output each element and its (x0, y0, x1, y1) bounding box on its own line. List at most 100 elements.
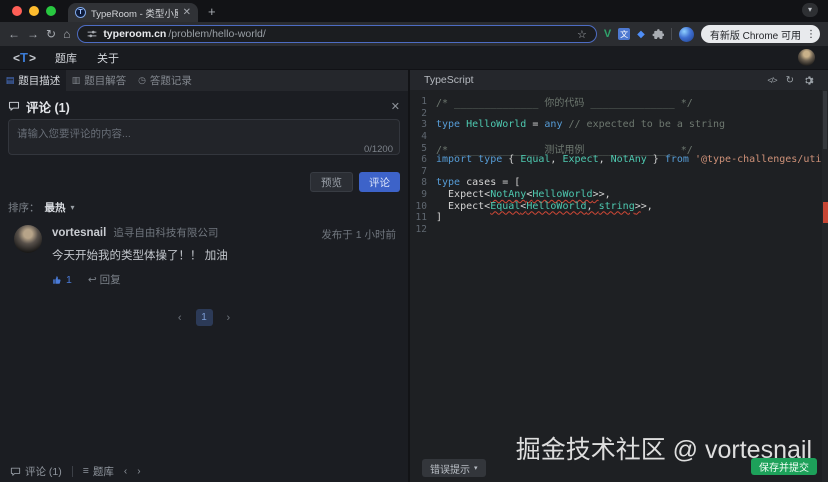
like-button[interactable]: 1 (52, 274, 72, 286)
browser-menu-icon[interactable]: ⋮ (806, 29, 816, 40)
chrome-update-label: 有新版 Chrome 可用 (710, 27, 801, 42)
next-problem-icon[interactable]: › (137, 466, 140, 477)
chrome-update-button[interactable]: 有新版 Chrome 可用 ⋮ (701, 25, 820, 43)
maximize-window-button[interactable] (46, 6, 56, 16)
reply-button[interactable]: ↩ 回复 (88, 272, 121, 287)
code-line[interactable]: 3type HelloWorld = any // expected to be… (410, 119, 822, 131)
user-avatar[interactable] (798, 49, 815, 66)
tab-label: 题目解答 (84, 73, 126, 88)
forward-icon[interactable]: → (27, 28, 39, 40)
status-comments[interactable]: 评论 (1) (10, 464, 62, 479)
code-line[interactable]: 11] (410, 212, 822, 224)
nav-item-about[interactable]: 关于 (97, 50, 119, 66)
comment-actions: 1 ↩ 回复 (52, 272, 400, 287)
extensions-puzzle-icon[interactable] (652, 28, 664, 40)
error-hints-button[interactable]: 错误提示 ▾ (422, 459, 486, 477)
line-content: Expect<NotAny<HelloWorld>>, (436, 189, 611, 200)
reset-code-icon[interactable]: ↻ (786, 75, 794, 86)
commenter-name[interactable]: vortesnail (52, 227, 106, 239)
sort-selector[interactable]: 最热 (45, 200, 66, 215)
prev-page-icon[interactable]: ‹ (178, 312, 182, 324)
comment-item: vortesnail 追寻自由科技有限公司 发布于 1 小时前 今天开始我的类型… (8, 225, 400, 287)
line-number: 5 (410, 143, 436, 154)
comment-bubble-icon (8, 100, 20, 112)
nav-item-bank[interactable]: 题库 (55, 50, 77, 66)
browser-tab[interactable]: T TypeRoom - 类型小屋 ✕ (68, 3, 198, 22)
solution-icon: ▥ (72, 75, 81, 86)
extension-v-icon[interactable]: V (604, 28, 611, 40)
like-count: 1 (66, 274, 72, 286)
line-content: type cases = [ (436, 177, 520, 188)
translate-icon[interactable]: 文 (618, 28, 630, 40)
settings-gear-icon[interactable] (803, 75, 814, 86)
code-line[interactable]: 2 (410, 108, 822, 120)
preview-button[interactable]: 预览 (310, 172, 353, 192)
chevron-down-icon[interactable]: ▾ (71, 203, 75, 212)
back-icon[interactable]: ← (8, 28, 20, 40)
prev-problem-icon[interactable]: ‹ (124, 466, 127, 477)
line-number: 12 (410, 224, 436, 235)
code-line[interactable]: 7 (410, 166, 822, 178)
code-editor[interactable]: 1/* ______________ 你的代码 ______________ *… (410, 90, 822, 482)
sort-row: 排序： 最热 ▾ (8, 200, 400, 215)
code-lines: 1/* ______________ 你的代码 ______________ *… (410, 96, 822, 235)
code-line[interactable]: 5/* ______________ 测试用例 ______________ *… (410, 142, 822, 154)
editor-header-icons: </> ↻ (767, 75, 814, 86)
tab-problem-description[interactable]: ▤ 题目描述 (0, 70, 66, 91)
new-tab-button[interactable]: + (208, 4, 216, 19)
scrollbar-thumb[interactable] (823, 91, 827, 149)
home-icon[interactable]: ⌂ (63, 28, 70, 40)
page-number[interactable]: 1 (196, 309, 213, 326)
tab-label: 答题记录 (150, 73, 192, 88)
line-number: 11 (410, 212, 436, 223)
close-window-button[interactable] (12, 6, 22, 16)
commenter-company: 追寻自由科技有限公司 (113, 225, 218, 240)
comment-input-wrap: 0/1200 (8, 119, 400, 160)
browser-profile-avatar[interactable] (679, 27, 694, 42)
next-page-icon[interactable]: › (227, 312, 231, 324)
tab-close-icon[interactable]: ✕ (183, 8, 191, 18)
code-line[interactable]: 12 (410, 224, 822, 236)
bookmark-star-icon[interactable]: ☆ (577, 28, 587, 41)
problem-panel: ▤ 题目描述 ▥ 题目解答 ◷ 答题记录 评论 (1) (0, 70, 410, 482)
line-number: 9 (410, 189, 436, 200)
code-line[interactable]: 1/* ______________ 你的代码 ______________ *… (410, 96, 822, 108)
status-bank[interactable]: ≡ 题库 (83, 464, 114, 479)
commenter-avatar[interactable] (14, 225, 42, 253)
submit-comment-button[interactable]: 评论 (359, 172, 400, 192)
line-content: /* ______________ 你的代码 ______________ */ (436, 94, 693, 109)
comment-input[interactable] (8, 119, 400, 155)
code-line[interactable]: 8type cases = [ (410, 177, 822, 189)
panel-tabs: ▤ 题目描述 ▥ 题目解答 ◷ 答题记录 (0, 70, 408, 91)
save-submit-button[interactable]: 保存并提交 (751, 458, 817, 475)
sort-label: 排序： (8, 200, 40, 215)
editor-language-label: TypeScript (424, 74, 474, 86)
code-line[interactable]: 6import type { Equal, Expect, NotAny } f… (410, 154, 822, 166)
code-line[interactable]: 10 Expect<Equal<HelloWorld, string>>, (410, 200, 822, 212)
tab-answer-history[interactable]: ◷ 答题记录 (132, 70, 198, 91)
comment-timestamp: 发布于 1 小时前 (321, 227, 396, 242)
site-settings-icon[interactable] (87, 29, 97, 39)
status-divider (72, 466, 73, 477)
tab-search-chevron-icon[interactable]: ▾ (802, 3, 818, 17)
close-icon[interactable]: ✕ (391, 100, 400, 113)
reload-icon[interactable]: ↻ (46, 28, 56, 40)
reply-label: 回复 (100, 272, 121, 287)
line-number: 10 (410, 201, 436, 212)
minimize-window-button[interactable] (29, 6, 39, 16)
site-logo[interactable]: <T> (13, 50, 35, 65)
line-number: 8 (410, 177, 436, 188)
extension-gem-icon[interactable]: ◆ (637, 29, 645, 40)
editor-scrollbar[interactable] (822, 90, 828, 482)
app-window: T TypeRoom - 类型小屋 ✕ + ▾ ← → ↻ ⌂ typeroom… (0, 0, 828, 482)
code-line[interactable]: 9 Expect<NotAny<HelloWorld>>, (410, 189, 822, 201)
chevron-down-icon: ▾ (474, 464, 478, 472)
site-navbar: <T> 题库 关于 (0, 46, 828, 70)
logo-letter: T (19, 50, 29, 65)
code-brackets-icon[interactable]: </> (767, 75, 776, 85)
comment-buttons: 预览 评论 (8, 172, 400, 192)
tab-problem-solution[interactable]: ▥ 题目解答 (66, 70, 132, 91)
comment-bubble-icon (10, 466, 21, 477)
main-area: ▤ 题目描述 ▥ 题目解答 ◷ 答题记录 评论 (1) (0, 70, 828, 482)
address-bar[interactable]: typeroom.cn /problem/hello-world/ ☆ (77, 25, 597, 43)
